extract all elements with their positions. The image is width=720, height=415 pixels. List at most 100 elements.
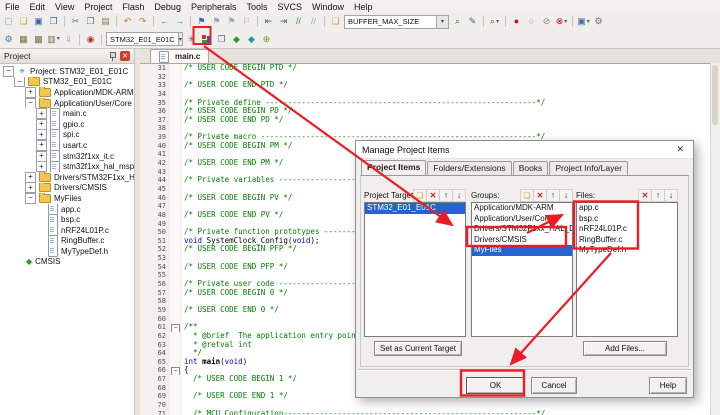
list-item-nrf24l01p-c[interactable]: nRF24L01P.c	[577, 224, 677, 235]
dialog-tab-folders-extensions[interactable]: Folders/Extensions	[427, 161, 511, 175]
kill-all-breakpoints-icon[interactable]: ⊗▾	[555, 15, 568, 28]
list-item-drivers-stm32f1xx-hal-driver[interactable]: Drivers/STM32F1xx_HAL_Driver	[472, 224, 572, 235]
menu-project[interactable]: Project	[79, 0, 117, 13]
set-as-current-target-button[interactable]: Set as Current Target	[374, 341, 462, 356]
list-item-myfiles[interactable]: MyFiles	[472, 245, 572, 256]
find-in-files-icon[interactable]: ❏	[329, 15, 342, 28]
editor-scrollbar[interactable]	[710, 63, 720, 415]
tree-item-cmsis[interactable]: ◆CMSIS	[0, 257, 134, 268]
list-project-targets[interactable]: STM32_E01_E01C	[364, 202, 466, 337]
window-layout-icon[interactable]: ▣▾	[577, 15, 590, 28]
start-debug-session-icon[interactable]: ◉	[84, 33, 97, 46]
tree-item-stm32f1xx-hal-msp-c[interactable]: +stm32f1xx_hal_msp.c	[0, 161, 134, 172]
up-icon[interactable]: ↑	[651, 190, 664, 201]
open-folder-icon[interactable]: ❏	[17, 15, 30, 28]
expander-icon[interactable]: +	[25, 183, 36, 194]
expander-icon[interactable]: +	[36, 108, 47, 119]
tree-item-stm32-e01-e01c[interactable]: −STM32_E01_E01C	[0, 77, 134, 88]
list-item-bsp-c[interactable]: bsp.c	[577, 214, 677, 225]
menu-view[interactable]: View	[50, 0, 79, 13]
target-combo[interactable]: STM32_E01_E01C▾	[106, 32, 183, 46]
navigate-back-icon[interactable]: ←	[158, 15, 171, 28]
new-icon[interactable]: ❏	[521, 190, 533, 201]
tree-item-usart-c[interactable]: +usart.c	[0, 140, 134, 151]
ok-button[interactable]: OK	[466, 377, 525, 394]
pin-icon[interactable]	[108, 51, 117, 61]
find-next-icon[interactable]: ⌕	[451, 15, 464, 28]
expander-icon[interactable]: +	[36, 140, 47, 151]
comment-icon[interactable]: //	[292, 15, 305, 28]
close-panel-icon[interactable]: ✕	[120, 51, 130, 61]
toggle-breakpoint-icon[interactable]: ●	[510, 15, 523, 28]
expander-icon[interactable]: +	[36, 119, 47, 130]
redo-icon[interactable]: ↷	[136, 15, 149, 28]
delete-icon[interactable]: ✕	[639, 190, 651, 201]
list-groups[interactable]: Application/MDK-ARMApplication/User/Core…	[471, 202, 573, 337]
tree-item-drivers-cmsis[interactable]: +Drivers/CMSIS	[0, 183, 134, 194]
tree-item-myfiles[interactable]: −MyFiles	[0, 193, 134, 204]
expander-icon[interactable]: +	[36, 130, 47, 141]
dialog-tab-project-info-layer[interactable]: Project Info/Layer	[549, 161, 628, 175]
down-icon[interactable]: ↓	[664, 190, 677, 201]
list-item-ringbuffer-c[interactable]: RingBuffer.c	[577, 235, 677, 246]
delete-icon[interactable]: ✕	[533, 190, 546, 201]
menu-debug[interactable]: Debug	[149, 0, 186, 13]
search-combo[interactable]: BUFFER_MAX_SIZE▾	[344, 15, 449, 29]
uncomment-icon[interactable]: //	[307, 15, 320, 28]
debug-restore-views-icon[interactable]: ⌕▾	[488, 15, 501, 28]
file-extensions-icon[interactable]: ❐	[215, 33, 228, 46]
download-icon[interactable]: ⇓	[62, 33, 75, 46]
menu-svcs[interactable]: SVCS	[273, 0, 308, 13]
list-item-app-c[interactable]: app.c	[577, 203, 677, 214]
dialog-tab-project-items[interactable]: Project Items	[361, 160, 426, 176]
up-icon[interactable]: ↑	[439, 190, 452, 201]
manage-run-time-environment-icon[interactable]: ◆	[245, 33, 258, 46]
pack-installer-icon[interactable]: ⊕	[260, 33, 273, 46]
build-icon[interactable]: ▦	[17, 33, 30, 46]
expander-icon[interactable]: +	[25, 87, 36, 98]
menu-window[interactable]: Window	[307, 0, 349, 13]
tree-item-gpio-c[interactable]: +gpio.c	[0, 119, 134, 130]
expander-icon[interactable]: −	[25, 193, 36, 204]
expander-icon[interactable]: +	[36, 151, 47, 162]
scrollbar-thumb[interactable]	[712, 65, 718, 125]
expander-icon[interactable]: −	[14, 77, 25, 88]
manage-project-items-icon[interactable]	[200, 33, 213, 46]
incremental-find-icon[interactable]: ✎	[466, 15, 479, 28]
tree-item-main-c[interactable]: +main.c	[0, 108, 134, 119]
expander-icon[interactable]: +	[36, 161, 47, 172]
tree-item-app-c[interactable]: app.c	[0, 204, 134, 215]
tab-main-c[interactable]: main.c	[150, 49, 209, 63]
expander-icon[interactable]: +	[25, 172, 36, 183]
insert-bookmark-icon[interactable]: ⚑	[195, 15, 208, 28]
configure-icon[interactable]: ⚙	[592, 15, 605, 28]
dialog-tab-books[interactable]: Books	[513, 161, 549, 175]
cancel-button[interactable]: Cancel	[531, 377, 577, 394]
list-item-drivers-cmsis[interactable]: Drivers/CMSIS	[472, 235, 572, 246]
navigate-forward-icon[interactable]: →	[173, 15, 186, 28]
tree-item-mytypedef-h[interactable]: MyTypeDef.h	[0, 246, 134, 257]
disable-all-breakpoints-icon[interactable]: ⊘	[540, 15, 553, 28]
menu-tools[interactable]: Tools	[241, 0, 272, 13]
delete-icon[interactable]: ✕	[426, 190, 439, 201]
tree-item-stm32f1xx-it-c[interactable]: +stm32f1xx_it.c	[0, 151, 134, 162]
cut-icon[interactable]: ✂	[69, 15, 82, 28]
help-button[interactable]: Help	[649, 377, 687, 394]
indent-icon[interactable]: ⇥	[277, 15, 290, 28]
save-icon[interactable]: ▣	[32, 15, 45, 28]
menu-flash[interactable]: Flash	[117, 0, 149, 13]
list-item-application-mdk-arm[interactable]: Application/MDK-ARM	[472, 203, 572, 214]
clear-bookmarks-icon[interactable]: ⚐	[240, 15, 253, 28]
up-icon[interactable]: ↑	[546, 190, 559, 201]
dialog-title-bar[interactable]: Manage Project Items ✕	[356, 141, 693, 159]
list-files[interactable]: app.cbsp.cnRF24L01P.cRingBuffer.cMyTypeD…	[576, 202, 678, 337]
add-files-button[interactable]: Add Files...	[583, 341, 667, 356]
paste-icon[interactable]: ▤	[99, 15, 112, 28]
select-software-packs-icon[interactable]: ◆	[230, 33, 243, 46]
save-all-icon[interactable]: ❒	[47, 15, 60, 28]
menu-peripherals[interactable]: Peripherals	[186, 0, 242, 13]
outdent-icon[interactable]: ⇤	[262, 15, 275, 28]
next-bookmark-icon[interactable]: ⚑	[225, 15, 238, 28]
dropdown-icon[interactable]: ▾	[178, 33, 182, 45]
tree-item-project-stm32-e01-e01c[interactable]: −⌖Project: STM32_E01_E01C	[0, 66, 134, 77]
